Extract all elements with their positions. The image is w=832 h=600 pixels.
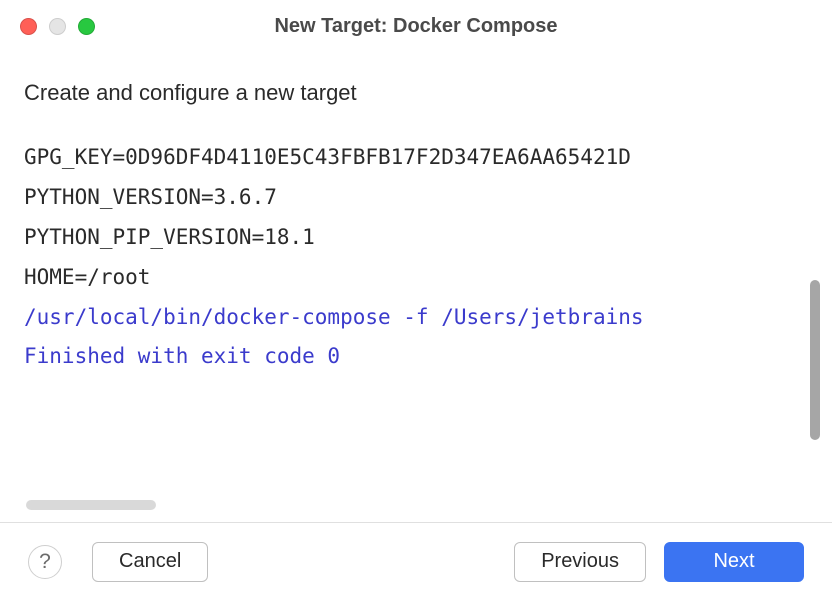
maximize-icon[interactable] bbox=[78, 18, 95, 35]
console-line: PYTHON_VERSION=3.6.7 bbox=[24, 178, 810, 218]
page-subtitle: Create and configure a new target bbox=[0, 52, 832, 130]
next-button[interactable]: Next bbox=[664, 542, 804, 582]
close-icon[interactable] bbox=[20, 18, 37, 35]
dialog-footer: ? Cancel Previous Next bbox=[0, 522, 832, 600]
console-output-wrapper: GPG_KEY=0D96DF4D4110E5C43FBFB17F2D347EA6… bbox=[2, 130, 830, 522]
previous-button[interactable]: Previous bbox=[514, 542, 646, 582]
console-line: HOME=/root bbox=[24, 258, 810, 298]
help-button[interactable]: ? bbox=[28, 545, 62, 579]
window-controls bbox=[20, 18, 95, 35]
console-line-command: /usr/local/bin/docker-compose -f /Users/… bbox=[24, 298, 810, 338]
window-title: New Target: Docker Compose bbox=[0, 15, 832, 38]
console-line: PYTHON_PIP_VERSION=18.1 bbox=[24, 218, 810, 258]
titlebar: New Target: Docker Compose bbox=[0, 0, 832, 52]
cancel-button[interactable]: Cancel bbox=[92, 542, 208, 582]
horizontal-scrollbar[interactable] bbox=[26, 500, 156, 510]
console-line: GPG_KEY=0D96DF4D4110E5C43FBFB17F2D347EA6… bbox=[24, 138, 810, 178]
help-icon: ? bbox=[39, 550, 51, 574]
minimize-icon bbox=[49, 18, 66, 35]
vertical-scrollbar[interactable] bbox=[810, 280, 820, 440]
console-line-status: Finished with exit code 0 bbox=[24, 337, 810, 377]
console-output[interactable]: GPG_KEY=0D96DF4D4110E5C43FBFB17F2D347EA6… bbox=[2, 130, 830, 522]
